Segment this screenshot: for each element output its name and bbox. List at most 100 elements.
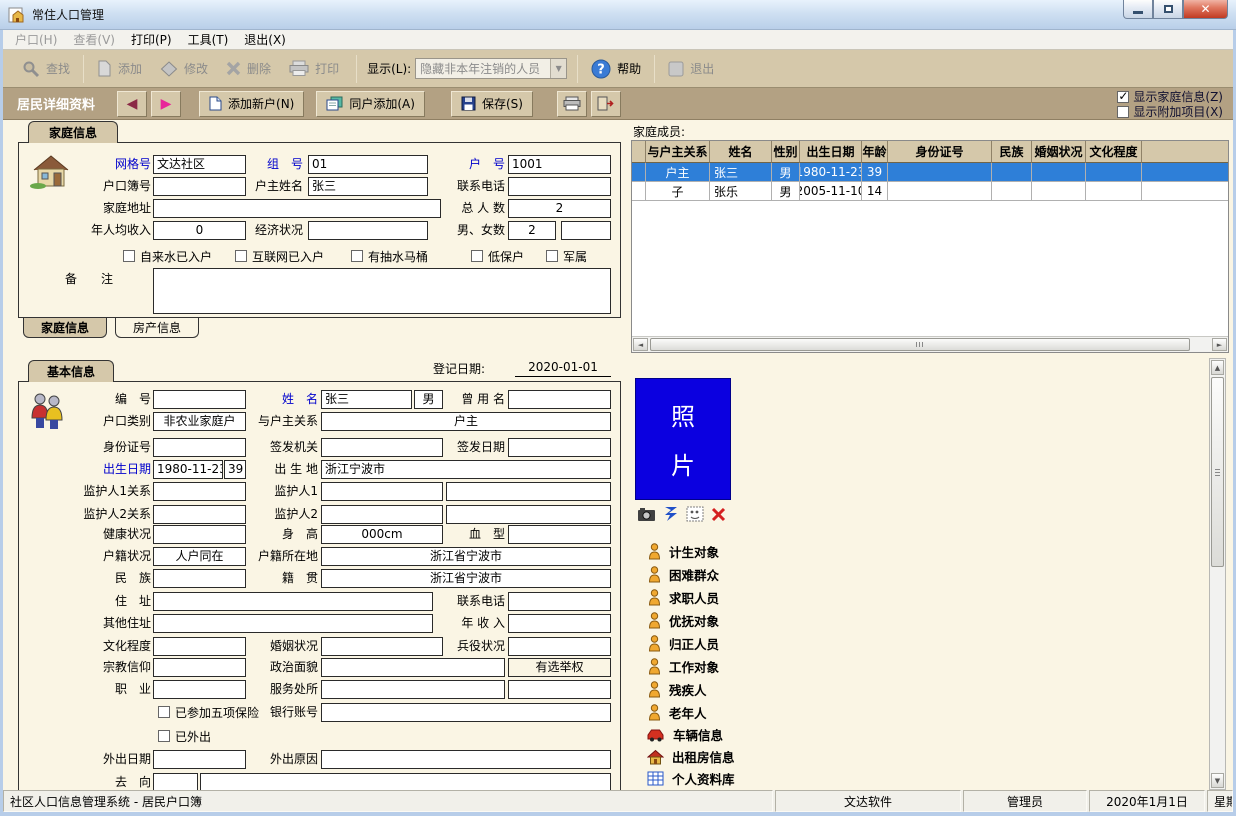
tab-family-info-bottom[interactable]: 家庭信息: [23, 318, 107, 338]
workplace-field2[interactable]: [508, 680, 611, 699]
same-household-add-button[interactable]: 同户添加(A): [316, 91, 425, 117]
military-field[interactable]: [508, 637, 611, 656]
display-dropdown[interactable]: 隐藏非本年注销的人员 ▼: [415, 58, 567, 79]
menu-hukou[interactable]: 户口(H): [7, 29, 65, 50]
members-hscrollbar[interactable]: ◄ ►: [632, 336, 1228, 352]
guardian2-field2[interactable]: [446, 505, 611, 524]
print-button[interactable]: 打印: [280, 54, 348, 84]
low-income-checkbox[interactable]: 低保户: [471, 248, 524, 264]
link-rehabilitated[interactable]: 归正人员: [648, 634, 719, 653]
help-button[interactable]: ? 帮助: [582, 54, 650, 84]
main-vscrollbar[interactable]: ▲ ▼: [1209, 358, 1226, 790]
household-no-field[interactable]: 1001: [508, 155, 611, 174]
col-name[interactable]: 姓名: [710, 141, 772, 163]
health-field[interactable]: [153, 525, 246, 544]
hj-place-field[interactable]: 浙江省宁波市: [321, 547, 611, 566]
menu-print[interactable]: 打印(P): [123, 29, 180, 50]
link-job-seekers[interactable]: 求职人员: [648, 588, 719, 607]
guardian2-rel-field[interactable]: [153, 505, 246, 524]
col-ethnic[interactable]: 民族: [992, 141, 1032, 163]
link-vehicle-info[interactable]: 车辆信息: [646, 725, 723, 744]
show-extra-checkbox[interactable]: 显示附加项目(X): [1117, 104, 1223, 119]
add-new-household-button[interactable]: 添加新户(N): [199, 91, 304, 117]
close-button[interactable]: ✕: [1183, 0, 1228, 19]
religion-field[interactable]: [153, 658, 246, 677]
issue-date-field[interactable]: [508, 438, 611, 457]
col-age[interactable]: 年龄: [862, 141, 888, 163]
destination-field2[interactable]: [200, 773, 611, 790]
tab-family-info[interactable]: 家庭信息: [28, 121, 118, 143]
hukou-type-field[interactable]: 非农业家庭户: [153, 412, 246, 431]
show-family-checkbox[interactable]: 显示家庭信息(Z): [1117, 89, 1223, 104]
scroll-down-icon[interactable]: ▼: [1211, 773, 1224, 788]
picture-icon[interactable]: [686, 506, 704, 522]
toilet-checkbox[interactable]: 有抽水马桶: [351, 248, 428, 264]
ethnic-field[interactable]: [153, 569, 246, 588]
table-row[interactable]: 户主 张三 男 1980-11-23 39: [632, 163, 1228, 182]
out-reason-field[interactable]: [321, 750, 611, 769]
hscroll-thumb[interactable]: [650, 338, 1190, 351]
menu-tools[interactable]: 工具(T): [180, 29, 237, 50]
male-count-field[interactable]: 2: [508, 221, 556, 240]
find-button[interactable]: 查找: [13, 54, 79, 84]
relation-field[interactable]: 户主: [321, 412, 611, 431]
link-personal-archive[interactable]: 个人资料库: [647, 769, 735, 788]
link-work-targets[interactable]: 工作对象: [648, 657, 719, 676]
total-count-field[interactable]: 2: [508, 199, 611, 218]
out-date-field[interactable]: [153, 750, 246, 769]
former-name-field[interactable]: [508, 390, 611, 409]
col-marriage[interactable]: 婚姻状况: [1032, 141, 1086, 163]
exit-button[interactable]: 退出: [659, 54, 723, 84]
sex-field[interactable]: 男: [414, 390, 443, 409]
remark-textarea[interactable]: [153, 268, 611, 314]
education-field[interactable]: [153, 637, 246, 656]
col-relation[interactable]: 与户主关系: [646, 141, 710, 163]
destination-field1[interactable]: [153, 773, 198, 790]
serial-no-field[interactable]: [153, 390, 246, 409]
marriage-field[interactable]: [321, 637, 443, 656]
vscroll-thumb[interactable]: [1211, 377, 1224, 567]
id-number-field[interactable]: [153, 438, 246, 457]
link-disabled[interactable]: 残疾人: [648, 680, 707, 699]
bank-account-field[interactable]: [321, 703, 611, 722]
delete-photo-icon[interactable]: [711, 507, 726, 522]
guardian1-rel-field[interactable]: [153, 482, 246, 501]
scroll-right-icon[interactable]: ►: [1212, 338, 1227, 351]
photo-placeholder[interactable]: 照 片: [635, 378, 731, 500]
occupation-field[interactable]: [153, 680, 246, 699]
save-button[interactable]: 保存(S): [451, 91, 533, 117]
menu-exit[interactable]: 退出(X): [236, 29, 294, 50]
workplace-field[interactable]: [321, 680, 505, 699]
tab-basic-info[interactable]: 基本信息: [28, 360, 114, 382]
col-birthdate[interactable]: 出生日期: [800, 141, 862, 163]
native-place-field[interactable]: 浙江省宁波市: [321, 569, 611, 588]
birthplace-field[interactable]: 浙江宁波市: [321, 460, 611, 479]
booklet-no-field[interactable]: [153, 177, 246, 196]
col-education[interactable]: 文化程度: [1086, 141, 1142, 163]
tap-water-checkbox[interactable]: 自来水已入户: [123, 248, 212, 264]
blood-type-field[interactable]: [508, 525, 611, 544]
military-family-checkbox[interactable]: 军属: [546, 248, 587, 264]
print-icon-button[interactable]: [557, 91, 587, 117]
col-id-number[interactable]: 身份证号: [888, 141, 992, 163]
hj-status-field[interactable]: 人户同在: [153, 547, 246, 566]
birth-date-field[interactable]: 1980-11-23: [153, 460, 223, 479]
link-elderly[interactable]: 老年人: [648, 703, 707, 722]
went-out-checkbox[interactable]: 已外出: [158, 728, 211, 744]
family-phone-field[interactable]: [508, 177, 611, 196]
name-field[interactable]: 张三: [321, 390, 412, 409]
link-family-planning[interactable]: 计生对象: [648, 542, 719, 561]
scroll-left-icon[interactable]: ◄: [633, 338, 648, 351]
female-count-field[interactable]: [561, 221, 611, 240]
menu-view[interactable]: 查看(V): [65, 29, 123, 50]
phone-field[interactable]: [508, 592, 611, 611]
income-field[interactable]: 0: [153, 221, 246, 240]
scanner-icon[interactable]: [663, 506, 679, 522]
tab-property-info[interactable]: 房产信息: [115, 318, 199, 338]
link-needy-people[interactable]: 困难群众: [648, 565, 719, 584]
annual-income-field[interactable]: [508, 614, 611, 633]
minimize-button[interactable]: [1123, 0, 1153, 19]
table-row[interactable]: 子 张乐 男 2005-11-10 14: [632, 182, 1228, 201]
col-sex[interactable]: 性别: [772, 141, 800, 163]
group-no-field[interactable]: 01: [308, 155, 428, 174]
